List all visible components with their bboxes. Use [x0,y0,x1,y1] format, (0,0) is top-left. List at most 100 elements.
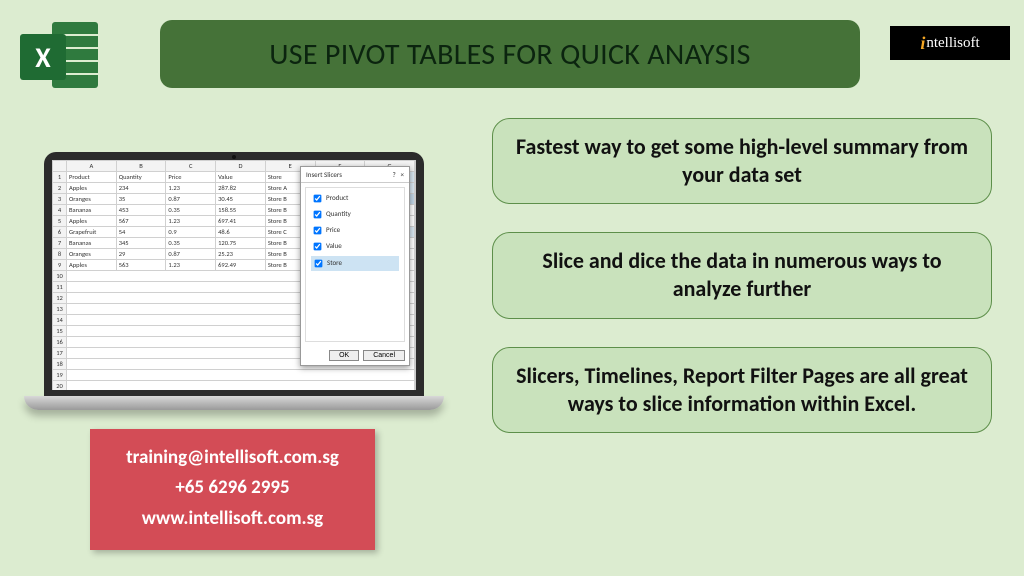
row-number: 8 [53,249,67,260]
cell: 692.49 [216,260,266,271]
cell: 158.55 [216,205,266,216]
row-number: 2 [53,183,67,194]
cell: 697.41 [216,216,266,227]
cell: 0.9 [166,227,216,238]
camera-icon [232,155,236,159]
contact-phone: +65 6296 2995 [100,473,365,503]
row-number: 13 [53,304,67,315]
slicer-field[interactable]: Store [311,256,399,271]
cell: Price [166,172,216,183]
row-number: 18 [53,359,67,370]
cell: Bananas [67,205,117,216]
ok-button[interactable]: OK [329,350,359,361]
checkbox[interactable] [315,260,323,268]
excel-logo: X [20,20,98,92]
cell: 25.23 [216,249,266,260]
bullet-item-3: Slicers, Timelines, Report Filter Pages … [492,347,992,433]
cell: 345 [116,238,166,249]
cell: 54 [116,227,166,238]
row-number: 14 [53,315,67,326]
close-icon[interactable]: × [401,170,405,179]
row-number: 9 [53,260,67,271]
cell: Product [67,172,117,183]
cell: Apples [67,260,117,271]
cell: Value [216,172,266,183]
slicer-field[interactable]: Quantity [311,208,399,221]
contact-web: www.intellisoft.com.sg [100,504,365,534]
brand-logo: intellisoft [890,26,1010,60]
cell: 0.87 [166,249,216,260]
row-number: 19 [53,370,67,381]
cell: 35 [116,194,166,205]
bullet-item-2: Slice and dice the data in numerous ways… [492,232,992,318]
row-number: 10 [53,271,67,282]
cell: 234 [116,183,166,194]
slicer-field-list: Product Quantity Price Value Store [305,187,405,342]
brand-logo-text: ntellisoft [926,35,979,52]
cell: 0.35 [166,205,216,216]
laptop-bezel: A B C D E F G 1 Product Quantity Price V… [44,152,424,396]
dialog-title: Insert Slicers [306,170,342,179]
cell: 120.75 [216,238,266,249]
cell: 287.82 [216,183,266,194]
row-number: 16 [53,337,67,348]
slicer-field[interactable]: Value [311,240,399,253]
cell [67,370,415,381]
cell: Bananas [67,238,117,249]
cell: Apples [67,183,117,194]
excel-logo-x: X [20,34,66,80]
cell [67,381,415,391]
checkbox[interactable] [314,195,322,203]
cell: 0.87 [166,194,216,205]
brand-logo-accent: i [920,33,925,54]
col-header: D [216,161,266,172]
corner-cell [53,161,67,172]
row-number: 20 [53,381,67,391]
contact-card: training@intellisoft.com.sg +65 6296 299… [90,429,375,550]
checkbox[interactable] [314,227,322,235]
checkbox[interactable] [314,211,322,219]
contact-email: training@intellisoft.com.sg [100,443,365,473]
laptop-mockup: A B C D E F G 1 Product Quantity Price V… [24,152,444,410]
col-header: B [116,161,166,172]
cancel-button[interactable]: Cancel [363,350,405,361]
checkbox[interactable] [314,243,322,251]
cell: 30.45 [216,194,266,205]
laptop-screen: A B C D E F G 1 Product Quantity Price V… [52,160,416,390]
cell: 48.6 [216,227,266,238]
insert-slicers-dialog: Insert Slicers ? × Product Quantity Pric… [300,166,410,366]
cell: 567 [116,216,166,227]
cell: 0.35 [166,238,216,249]
row-number: 17 [53,348,67,359]
cell: 1.23 [166,183,216,194]
cell: Apples [67,216,117,227]
col-header: C [166,161,216,172]
cell: 453 [116,205,166,216]
slicer-field[interactable]: Product [311,192,399,205]
cell: Oranges [67,249,117,260]
bullet-item-1: Fastest way to get some high-level summa… [492,118,992,204]
cell: Grapefruit [67,227,117,238]
dialog-footer: OK Cancel [301,346,409,365]
row-number: 7 [53,238,67,249]
row-number: 12 [53,293,67,304]
row-number: 1 [53,172,67,183]
slicer-field[interactable]: Price [311,224,399,237]
row-number: 6 [53,227,67,238]
row-number: 11 [53,282,67,293]
cell: 1.23 [166,260,216,271]
row-number: 15 [53,326,67,337]
page-title: USE PIVOT TABLES FOR QUICK ANAYSIS [269,36,750,73]
cell: Quantity [116,172,166,183]
bullet-list: Fastest way to get some high-level summa… [492,118,992,433]
cell: 29 [116,249,166,260]
cell: Oranges [67,194,117,205]
laptop-base [24,396,444,410]
dialog-titlebar: Insert Slicers ? × [301,167,409,183]
help-icon[interactable]: ? [393,170,396,179]
row-number: 5 [53,216,67,227]
cell: 563 [116,260,166,271]
col-header: A [67,161,117,172]
cell: 1.23 [166,216,216,227]
page-title-banner: USE PIVOT TABLES FOR QUICK ANAYSIS [160,20,860,88]
